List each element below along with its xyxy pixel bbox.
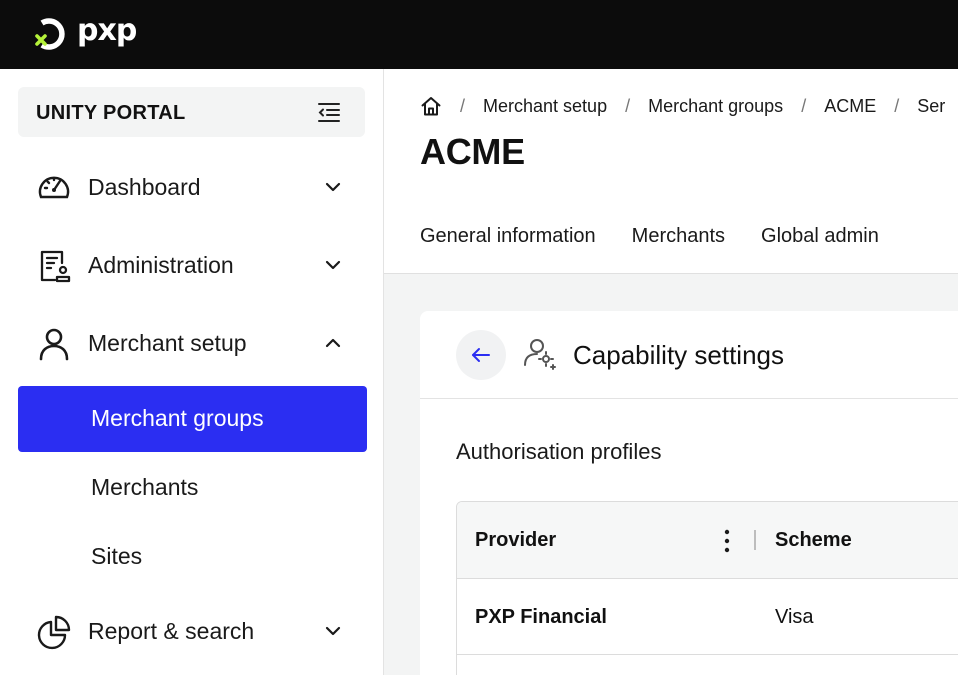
page-title: ACME [420, 131, 525, 172]
chevron-down-icon[interactable] [324, 180, 342, 194]
pxp-logo[interactable]: pxp [34, 13, 137, 53]
section-title: Authorisation profiles [456, 439, 662, 464]
sidebar-item-label: Merchant setup [88, 330, 247, 356]
home-icon[interactable] [420, 95, 442, 117]
logo-mark-icon [35, 18, 65, 50]
breadcrumb-separator: / [625, 95, 631, 116]
tab-global-admin[interactable]: Global admin [761, 225, 879, 248]
table-header: Provider Scheme [457, 502, 958, 579]
capability-settings-card: Capability settings Authorisation profil… [420, 311, 958, 675]
sidebar-subitem-label: Sites [91, 543, 143, 569]
document-user-icon [40, 250, 71, 283]
pie-chart-icon [37, 615, 71, 650]
sidebar-item-merchant-setup[interactable]: Merchant setup [0, 314, 383, 374]
sidebar-subitem-sites[interactable]: Sites [18, 524, 367, 590]
authorisation-profiles-table: Provider Scheme PXP Financial Visa [456, 501, 958, 675]
cell-provider: PXP Financial [475, 606, 607, 628]
chevron-down-icon[interactable] [324, 258, 342, 272]
cell-scheme: Visa [775, 606, 814, 628]
page-header: / Merchant setup / Merchant groups / ACM… [384, 69, 958, 274]
portal-header: UNITY PORTAL [18, 87, 365, 137]
person-icon [39, 328, 69, 361]
breadcrumb-merchant-setup[interactable]: Merchant setup [483, 96, 607, 117]
column-header-scheme[interactable]: Scheme [775, 529, 852, 552]
sidebar: UNITY PORTAL Dashboard Administration Me… [0, 69, 384, 675]
logo-text: pxp [77, 13, 137, 48]
breadcrumb: / Merchant setup / Merchant groups / ACM… [420, 95, 945, 117]
portal-title: UNITY PORTAL [36, 102, 186, 124]
top-bar: pxp [0, 0, 958, 69]
breadcrumb-separator: / [460, 95, 466, 116]
sidebar-item-label: Report & search [88, 618, 255, 644]
breadcrumb-separator: / [801, 95, 807, 116]
collapse-menu-icon[interactable] [317, 101, 341, 123]
user-settings-icon [524, 339, 556, 370]
sidebar-subitem-merchants[interactable]: Merchants [18, 455, 367, 521]
chevron-down-icon[interactable] [324, 624, 342, 638]
tab-merchants[interactable]: Merchants [632, 225, 725, 248]
column-header-provider[interactable]: Provider [475, 529, 556, 552]
column-menu-icon[interactable] [719, 528, 735, 554]
tab-general-information[interactable]: General information [420, 225, 596, 248]
sidebar-item-label: Administration [88, 252, 234, 278]
tab-bar: General information Merchants Global adm… [420, 225, 915, 248]
sidebar-subitem-label: Merchants [91, 474, 199, 500]
sidebar-subitem-label: Merchant groups [91, 405, 264, 431]
card-header: Capability settings [420, 311, 958, 399]
column-resize-handle[interactable] [754, 530, 756, 550]
sidebar-item-report-search[interactable]: Report & search [0, 602, 383, 662]
arrow-left-icon [472, 348, 490, 362]
back-button[interactable] [456, 330, 506, 380]
breadcrumb-acme[interactable]: ACME [824, 96, 876, 117]
breadcrumb-separator: / [894, 95, 900, 116]
card-title: Capability settings [573, 340, 784, 370]
main-content: / Merchant setup / Merchant groups / ACM… [384, 69, 958, 675]
sidebar-item-dashboard[interactable]: Dashboard [0, 158, 383, 218]
sidebar-item-administration[interactable]: Administration [0, 236, 383, 296]
gauge-icon [38, 176, 70, 199]
sidebar-item-label: Dashboard [88, 174, 201, 200]
table-row[interactable]: PXP Financial Visa [457, 579, 958, 655]
breadcrumb-current: Ser [917, 95, 946, 116]
sidebar-subitem-merchant-groups[interactable]: Merchant groups [18, 386, 367, 452]
breadcrumb-merchant-groups[interactable]: Merchant groups [648, 96, 783, 117]
chevron-up-icon[interactable] [324, 336, 342, 350]
